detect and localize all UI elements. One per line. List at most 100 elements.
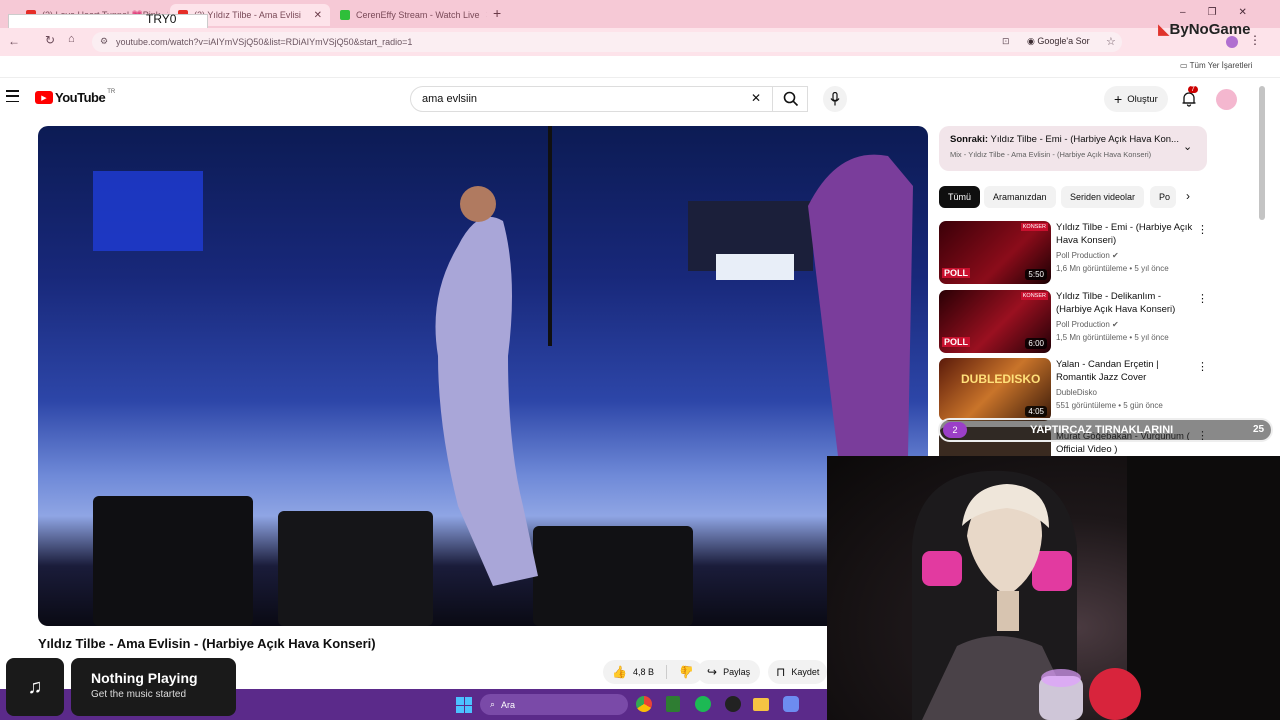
share-icon: ↪ — [707, 665, 718, 679]
file-explorer-icon[interactable] — [753, 698, 769, 711]
music-title: Nothing Playing — [91, 670, 198, 686]
music-info: Nothing Playing Get the music started — [71, 658, 236, 716]
maximize-button[interactable]: ❐ — [1208, 7, 1217, 18]
settings-icon[interactable] — [783, 696, 799, 712]
video-thumbnail[interactable]: KONSER POLL 6:00 — [939, 290, 1051, 353]
search-value: ama evlsiin — [422, 93, 478, 105]
windows-start-icon[interactable] — [456, 697, 472, 713]
all-bookmarks-label: Tüm Yer İşaretleri — [1189, 61, 1253, 70]
url-field[interactable]: ⚙ youtube.com/watch?v=iAIYmVSjQ50&list=R… — [92, 32, 1122, 52]
goal-number: 2 — [943, 422, 967, 438]
site-info-icon[interactable]: ⚙ — [100, 36, 108, 47]
video-meta: 551 görüntüleme • 5 gün önce — [1056, 401, 1163, 410]
thumbnail-badge: KONSER — [1020, 292, 1048, 300]
list-item[interactable]: KONSER POLL 6:00 Yıldız Tilbe - Delikanl… — [939, 290, 1208, 354]
close-tab-icon[interactable]: ✕ — [308, 10, 322, 21]
chevron-right-icon[interactable]: › — [1186, 189, 1190, 203]
video-thumbnail[interactable]: KONSER POLL 5:50 — [939, 221, 1051, 284]
bookmark-star-icon[interactable]: ☆ — [1106, 35, 1116, 48]
channel-name: Poll Production — [1056, 320, 1110, 329]
video-duration: 6:00 — [1025, 338, 1047, 349]
video-title: Yıldız Tilbe - Delikanlım - (Harbiye Açı… — [1056, 291, 1176, 315]
lens-icon: ◉ — [1027, 36, 1038, 46]
spotify-icon[interactable] — [695, 696, 711, 712]
address-toolbar: ← ↻ ⌂ ⚙ youtube.com/watch?v=iAIYmVSjQ50&… — [0, 28, 1280, 56]
browser-menu-icon[interactable]: ⋮ — [1249, 33, 1261, 47]
thumbs-up-icon[interactable]: 👍 — [612, 665, 627, 679]
chip-from-search[interactable]: Aramanızdan — [984, 186, 1056, 208]
tab-title: CerenEffy Stream - Watch Live — [356, 10, 480, 20]
up-next-panel[interactable]: Sonraki: Yıldız Tilbe - Emi - (Harbiye A… — [939, 126, 1207, 171]
search-input[interactable]: ama evlsiin — [410, 86, 808, 112]
app-icon[interactable] — [666, 696, 680, 712]
verified-icon: ✔ — [1112, 251, 1119, 260]
region-code: TR — [107, 88, 116, 95]
close-window-button[interactable]: ✕ — [1239, 7, 1247, 18]
video-thumbnail[interactable]: DUBLEDISKO 4:05 — [939, 358, 1051, 421]
youtube-header: ▶ YouTube TR ama evlsiin ✕ + Oluştur 7 — [0, 80, 1265, 118]
create-button[interactable]: + Oluştur — [1104, 86, 1168, 112]
more-options-icon[interactable]: ⋮ — [1197, 223, 1208, 236]
close-tab-icon[interactable]: ✕ — [480, 10, 487, 21]
folder-icon: ▭ — [1180, 61, 1190, 70]
webcam-frame — [912, 456, 1280, 720]
chrome-icon[interactable] — [636, 696, 652, 712]
list-item[interactable]: KONSER POLL 5:50 Yıldız Tilbe - Emi - (H… — [939, 221, 1208, 285]
chip-all[interactable]: Tümü — [939, 186, 981, 208]
obs-icon[interactable] — [725, 696, 741, 712]
hamburger-menu-icon[interactable] — [6, 90, 19, 102]
back-icon[interactable]: ← — [8, 34, 20, 48]
channel-name: DubleDisko — [1056, 388, 1097, 397]
home-icon[interactable]: ⌂ — [68, 33, 75, 45]
divider — [665, 665, 667, 679]
window-controls: – ❐ ✕ — [1180, 7, 1247, 18]
save-label: Kaydet — [791, 667, 820, 677]
plus-icon: + — [1114, 91, 1123, 107]
chip-series[interactable]: Seriden videolar — [1061, 186, 1145, 208]
install-icon[interactable]: ⊡ — [1002, 36, 1010, 47]
page-scrollbar[interactable] — [1259, 86, 1265, 220]
music-subtitle: Get the music started — [91, 689, 187, 700]
more-options-icon[interactable]: ⋮ — [1197, 360, 1208, 373]
minimize-button[interactable]: – — [1180, 7, 1186, 18]
stream-favicon-icon — [340, 10, 350, 20]
like-count[interactable]: 4,8 B — [633, 667, 654, 677]
all-bookmarks-button[interactable]: ▭ Tüm Yer İşaretleri — [1180, 61, 1252, 70]
verified-icon: ✔ — [1112, 320, 1119, 329]
list-item[interactable]: DUBLEDISKO 4:05 Yalan - Candan Erçetin |… — [939, 358, 1208, 422]
notifications-button[interactable]: 7 — [1178, 86, 1200, 110]
google-ask-button[interactable]: ◉ Google'a Sor — [1027, 36, 1090, 47]
more-options-icon[interactable]: ⋮ — [1197, 292, 1208, 305]
channel-name: Poll Production — [1056, 251, 1110, 260]
bell-icon — [1182, 92, 1196, 107]
poll-logo: POLL — [942, 268, 970, 278]
search-icon — [783, 91, 798, 107]
taskbar-search[interactable]: ⌕ Ara — [480, 694, 628, 715]
up-next-prefix: Sonraki: — [950, 134, 989, 145]
avatar[interactable] — [1216, 89, 1237, 110]
thumbs-down-icon[interactable]: 👍 — [679, 665, 694, 679]
search-button[interactable] — [772, 86, 808, 112]
like-dislike-group: 👍 4,8 B 👍 — [603, 660, 703, 684]
music-widget[interactable]: ♫ Nothing Playing Get the music started — [6, 658, 236, 716]
browser-tab[interactable]: CerenEffy Stream - Watch Live ✕ — [332, 4, 487, 26]
thumbnail-badge: KONSER — [1020, 223, 1048, 231]
dubledisko-logo: DUBLEDISKO — [961, 372, 1041, 386]
voice-search-button[interactable] — [823, 86, 847, 112]
channel-line: Poll Production ✔ — [1056, 251, 1119, 260]
video-meta: 1,5 Mn görüntüleme • 5 yıl önce — [1056, 333, 1169, 342]
channel-line: Poll Production ✔ — [1056, 320, 1119, 329]
up-next-title: Yıldız Tilbe - Emi - (Harbiye Açık Hava … — [990, 134, 1179, 145]
chip-more[interactable]: Po — [1150, 186, 1176, 208]
music-note-icon: ♫ — [6, 658, 64, 716]
video-player[interactable] — [38, 126, 928, 626]
youtube-logo[interactable]: ▶ YouTube TR — [35, 88, 116, 105]
reload-icon[interactable]: ↻ — [45, 33, 55, 47]
chevron-down-icon[interactable]: ⌄ — [1183, 140, 1192, 153]
clear-search-icon[interactable]: ✕ — [751, 91, 761, 105]
share-button[interactable]: ↪ Paylaş — [697, 660, 761, 684]
video-title: Yıldız Tilbe - Emi - (Harbiye Açık Hava … — [1056, 222, 1193, 246]
save-button[interactable]: ⊓ Kaydet — [768, 660, 828, 684]
new-tab-button[interactable]: + — [493, 5, 501, 21]
share-label: Paylaş — [723, 667, 751, 677]
